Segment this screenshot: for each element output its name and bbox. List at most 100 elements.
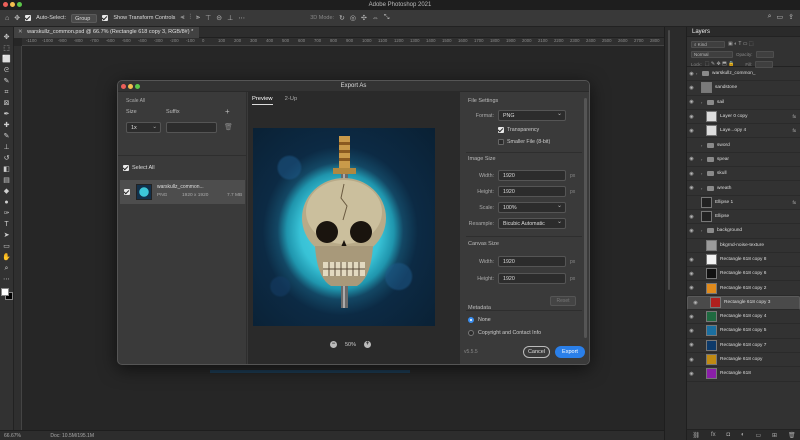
marquee-icon[interactable]: ⬜ — [2, 55, 11, 64]
delete-layer-icon[interactable]: 🗑 — [788, 432, 796, 439]
document-tab[interactable]: ✕ warskullz_common.psd @ 66.7% (Rectangl… — [14, 27, 200, 38]
3d-roll-icon[interactable]: ◎ — [350, 14, 356, 22]
image-width-input[interactable]: 1920 — [498, 170, 566, 181]
layer-row[interactable]: ◉ Rectangle 618 copy 2 — [687, 281, 800, 296]
align-top-icon[interactable]: ⊤ — [205, 14, 211, 22]
suffix-input[interactable] — [166, 122, 217, 133]
3d-scale-icon[interactable]: ⤡ — [384, 14, 390, 22]
resample-dropdown[interactable]: Bicubic Automatic — [498, 217, 566, 229]
cancel-button[interactable]: Cancel — [523, 346, 550, 358]
export-button[interactable]: Export — [555, 346, 585, 358]
frame-icon[interactable]: ⊠ — [2, 99, 11, 108]
layer-fx-icon[interactable]: fx — [792, 114, 796, 119]
layer-row[interactable]: ◉ Ellipse — [687, 210, 800, 225]
eye-icon[interactable]: ◉ — [687, 99, 696, 105]
more-icon[interactable]: ⋯ — [2, 275, 11, 284]
scale-dropdown[interactable]: 1x ⌄ — [126, 122, 161, 133]
asset-row[interactable]: warskullz_common... PNG 1920 x 1920 7.7 … — [120, 180, 245, 204]
zoom-out-button[interactable]: − — [330, 341, 337, 348]
zoom-icon[interactable]: ⌕ — [2, 264, 11, 273]
layer-row[interactable]: ◉ › sail — [687, 96, 800, 110]
distribute-icon[interactable]: ⋯ — [238, 14, 245, 22]
artboard-icon[interactable]: ⬚ — [2, 44, 11, 53]
transparency-checkbox[interactable] — [498, 127, 504, 133]
new-layer-icon[interactable]: ⊞ — [772, 432, 777, 439]
type-icon[interactable]: T — [2, 220, 11, 229]
canvas-width-input[interactable]: 1920 — [498, 256, 566, 267]
link-layers-icon[interactable]: ⛓ — [692, 432, 700, 439]
scale-percent-dropdown[interactable]: 100% — [498, 201, 566, 213]
adjustment-icon[interactable]: ◐ — [741, 432, 745, 438]
close-tab-icon[interactable]: ✕ — [18, 29, 23, 35]
eye-icon[interactable]: ◉ — [687, 342, 696, 348]
layer-row[interactable]: ◉ › background — [687, 224, 800, 239]
eye-icon[interactable]: ◉ — [687, 228, 696, 234]
layer-row[interactable]: ◉ Rectangle 618 copy 3 — [687, 295, 800, 311]
dodge-icon[interactable]: ● — [2, 198, 11, 207]
eye-icon[interactable]: ◉ — [687, 271, 696, 277]
layer-row[interactable]: ◉ › skull — [687, 167, 800, 182]
transform-controls-checkbox[interactable] — [102, 15, 109, 21]
reset-button[interactable]: Reset — [550, 296, 576, 306]
eye-icon[interactable]: ◉ — [687, 285, 696, 291]
eye-icon[interactable]: ◉ — [687, 371, 696, 377]
blend-mode-dropdown[interactable]: Normal — [691, 50, 733, 58]
align-right-icon[interactable]: ⫸ — [196, 14, 200, 22]
align-center-icon[interactable]: ⫶ — [189, 14, 191, 22]
window-controls[interactable] — [3, 2, 22, 7]
horizontal-ruler[interactable]: -1100 -1000 -900 -800 -700 -600 -500 -400 -300 -2… — [22, 38, 664, 46]
eye-icon[interactable]: ◉ — [687, 156, 696, 162]
layer-row[interactable]: ◉ Layer 0 copy fx — [687, 110, 800, 125]
eye-icon[interactable]: ◉ — [691, 299, 700, 307]
select-all-row[interactable]: Select All — [123, 165, 155, 171]
eyedropper-icon[interactable]: ✒ — [2, 110, 11, 119]
path-select-icon[interactable]: ➤ — [2, 231, 11, 240]
layer-row[interactable]: ◉ Rectangle 618 copy — [687, 353, 800, 368]
crop-icon[interactable]: ⌗ — [2, 88, 11, 97]
dialog-zoom-button[interactable] — [135, 84, 140, 89]
zoom-level[interactable]: 66.67% — [4, 433, 21, 439]
eye-icon[interactable]: ◉ — [687, 314, 696, 320]
add-scale-icon[interactable]: + — [225, 107, 230, 116]
eye-icon[interactable]: ◉ — [687, 114, 696, 120]
gradient-icon[interactable]: ▤ — [2, 176, 11, 185]
fx-icon[interactable]: fx — [711, 432, 716, 438]
trash-icon[interactable]: 🗑 — [224, 123, 233, 131]
eye-icon[interactable]: ◉ — [687, 214, 696, 220]
smaller-file-row[interactable]: Smaller File (8-bit) — [498, 139, 550, 145]
layer-row[interactable]: › sword — [687, 138, 800, 153]
mask-icon[interactable]: ◘ — [726, 432, 730, 438]
canvas-height-input[interactable]: 1920 — [498, 273, 566, 284]
3d-rotate-icon[interactable]: ↻ — [339, 14, 345, 22]
stamp-icon[interactable]: ⊥ — [2, 143, 11, 152]
align-bottom-icon[interactable]: ⊥ — [227, 14, 233, 22]
minimize-button[interactable] — [10, 2, 15, 7]
3d-pan-icon[interactable]: ✣ — [361, 14, 367, 22]
layer-row[interactable]: Ellipse 1 fx — [687, 196, 800, 210]
lasso-icon[interactable]: ᘓ — [2, 66, 11, 75]
eraser-icon[interactable]: ◧ — [2, 165, 11, 174]
color-swatches[interactable] — [0, 288, 13, 300]
tab-2-up[interactable]: 2-Up — [285, 96, 298, 105]
dialog-close-button[interactable] — [121, 84, 126, 89]
auto-select-dropdown[interactable]: Group — [71, 13, 98, 23]
doc-size[interactable]: Doc: 10.5M/195.1M — [50, 433, 94, 439]
preview-image[interactable] — [253, 128, 435, 326]
tab-preview[interactable]: Preview — [252, 96, 273, 105]
layer-row[interactable]: ◉ Rectangle 618 copy 7 — [687, 339, 800, 353]
eye-icon[interactable]: ◉ — [687, 171, 696, 177]
share-icon[interactable]: ⇪ — [788, 13, 794, 21]
zoom-button[interactable] — [17, 2, 22, 7]
layer-fx-icon[interactable]: fx — [792, 128, 796, 133]
layer-row[interactable]: ◉ › wreath — [687, 181, 800, 196]
pen-icon[interactable]: ✑ — [2, 209, 11, 218]
layer-row[interactable]: ◉ Rectangle 618 copy 8 — [687, 253, 800, 268]
eye-icon[interactable]: ◉ — [687, 85, 696, 91]
layer-row[interactable]: ◉ Rectangle 618 copy 4 — [687, 310, 800, 325]
format-dropdown[interactable]: PNG — [498, 109, 566, 121]
rectangle-icon[interactable]: ▭ — [2, 242, 11, 251]
brush-icon[interactable]: ✎ — [2, 132, 11, 141]
move-tool-icon[interactable]: ✥ — [14, 14, 20, 22]
metadata-copyright-option[interactable]: Copyright and Contact Info — [468, 330, 541, 336]
workspace-icon[interactable]: ▭ — [777, 13, 784, 21]
